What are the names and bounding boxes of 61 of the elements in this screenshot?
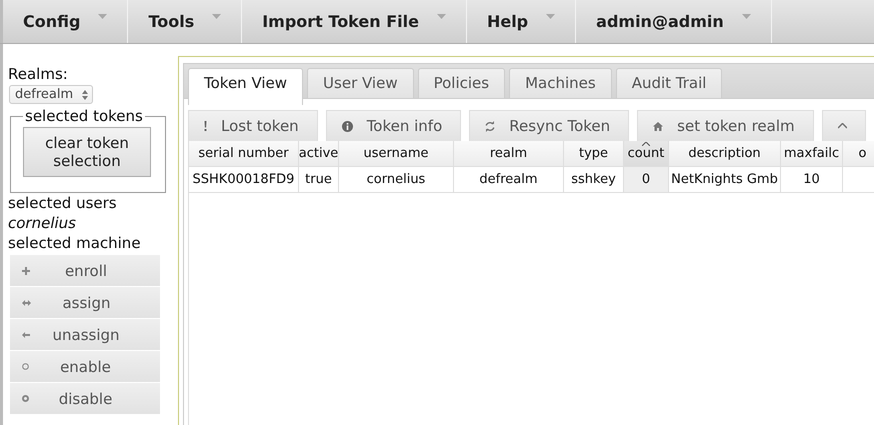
table-cell: 10	[803, 172, 820, 187]
action-button[interactable]: enable	[10, 351, 160, 382]
column-header[interactable]: maxfailc	[781, 141, 843, 167]
caret-icon	[212, 14, 222, 19]
selected-machine-label: selected machine	[8, 233, 141, 253]
selected-users-label: selected users	[8, 193, 117, 213]
exclamation-icon	[204, 121, 207, 131]
caret-icon	[742, 14, 751, 19]
column-header[interactable]: description	[669, 141, 781, 167]
column-header[interactable]: serial number	[189, 141, 299, 167]
double-arrow-icon	[22, 300, 31, 306]
realms-label: Realms:	[8, 64, 68, 84]
menu-item[interactable]: Import Token File	[242, 0, 467, 43]
toolbar-button[interactable]: Resync Token	[469, 110, 630, 141]
refresh-icon	[485, 120, 496, 132]
tab[interactable]: Policies	[418, 68, 506, 98]
home-icon	[653, 122, 664, 130]
circle-icon	[22, 363, 29, 370]
sort-icon	[642, 142, 650, 146]
tab[interactable]: Token View	[188, 68, 304, 105]
selected-user: cornelius	[8, 213, 76, 233]
table-cell: SSHK00018FD9	[192, 172, 294, 187]
toolbar-button[interactable]	[822, 110, 866, 141]
action-button[interactable]: disable	[10, 383, 160, 414]
table-cell: true	[305, 172, 332, 187]
spinner-icon	[82, 90, 88, 100]
toolbar-button[interactable]: Token info	[326, 110, 462, 141]
menu-item[interactable]: Config	[0, 0, 128, 43]
tab[interactable]: Machines	[509, 68, 612, 98]
table-cell: 0	[642, 172, 650, 187]
action-button[interactable]: assign	[10, 287, 160, 318]
caret-icon	[838, 123, 847, 129]
table-cell: defrealm	[479, 172, 538, 187]
column-header[interactable]: username	[339, 141, 454, 167]
clear-selection-button[interactable]: clear token selection	[23, 127, 151, 177]
action-button[interactable]: unassign	[10, 319, 160, 350]
column-header[interactable]: o	[843, 141, 874, 167]
toolbar-button[interactable]: set token realm	[637, 110, 814, 141]
circle-icon	[22, 395, 29, 402]
left-arrow-icon	[22, 332, 30, 338]
caret-icon	[436, 14, 446, 19]
table-cell: NetKnights Gmb	[671, 172, 778, 187]
caret-icon	[98, 14, 108, 19]
table-cell: sshkey	[571, 172, 616, 187]
column-header[interactable]: realm	[454, 141, 564, 167]
plus-icon	[22, 266, 30, 274]
caret-icon	[546, 14, 556, 19]
info-icon	[342, 120, 353, 132]
toolbar-button[interactable]: Lost token	[188, 110, 318, 141]
column-header[interactable]: count	[624, 141, 669, 167]
column-header[interactable]: active	[299, 141, 339, 167]
action-button[interactable]: enroll	[10, 255, 160, 286]
tab[interactable]: Audit Trail	[616, 68, 722, 98]
tab[interactable]: User View	[307, 68, 414, 98]
menu-item[interactable]: Help	[466, 0, 576, 43]
realm-select[interactable]: defrealm	[9, 85, 94, 104]
column-header[interactable]: type	[564, 141, 624, 167]
table-cell: cornelius	[366, 172, 426, 187]
menu-item[interactable]: Tools	[128, 0, 242, 43]
menu-item[interactable]: admin@admin	[576, 0, 772, 43]
panel-legend: selected tokens	[23, 107, 145, 125]
